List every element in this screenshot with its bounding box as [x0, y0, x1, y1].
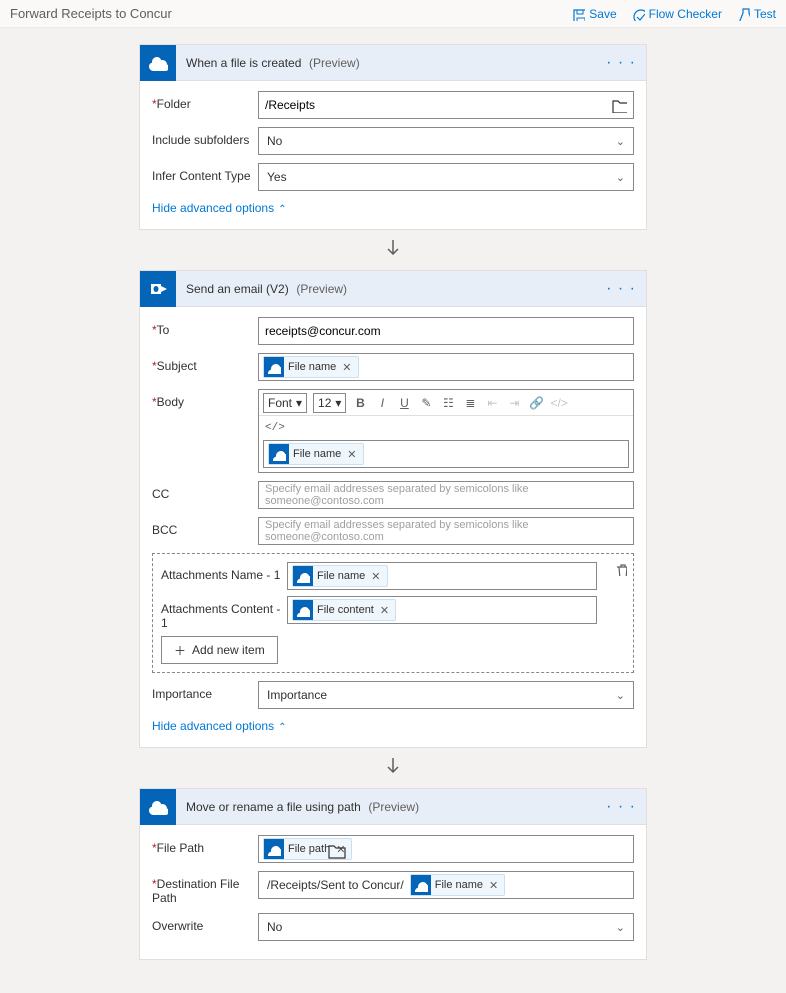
delete-attachment-icon[interactable] — [613, 562, 627, 576]
hide-advanced-link[interactable]: Hide advanced options⌃ — [152, 199, 634, 219]
action-card-send-email: Send an email (V2) (Preview) · · · *To *… — [139, 270, 647, 748]
chevron-up-icon: ⌃ — [278, 204, 286, 215]
card-menu-button[interactable]: · · · — [606, 280, 636, 298]
onedrive-icon — [293, 600, 313, 620]
remove-token-icon[interactable]: ✕ — [345, 448, 358, 461]
connector-arrow — [383, 756, 403, 780]
card-menu-button[interactable]: · · · — [606, 798, 636, 816]
italic-button[interactable]: I — [374, 396, 390, 410]
infer-content-type-select[interactable]: Yes ⌄ — [258, 163, 634, 191]
remove-token-icon[interactable]: ✕ — [369, 570, 382, 583]
color-button[interactable]: ✎ — [418, 396, 434, 410]
onedrive-icon — [293, 566, 313, 586]
remove-token-icon[interactable]: ✕ — [378, 604, 391, 617]
folder-field[interactable] — [265, 98, 611, 112]
test-button[interactable]: Test — [736, 7, 776, 21]
importance-select[interactable]: Importance ⌄ — [258, 681, 634, 709]
body-editor[interactable]: Font▾ 12▾ B I U ✎ ☷ ≣ ⇤ ⇥ 🔗 </> </> File… — [258, 389, 634, 473]
card-header[interactable]: Send an email (V2) (Preview) · · · — [140, 271, 646, 307]
bold-button[interactable]: B — [352, 396, 368, 410]
rte-toolbar: Font▾ 12▾ B I U ✎ ☷ ≣ ⇤ ⇥ 🔗 </> — [259, 390, 633, 416]
connector-arrow — [383, 238, 403, 262]
top-bar: Forward Receipts to Concur Save Flow Che… — [0, 0, 786, 28]
cc-input[interactable]: Specify email addresses separated by sem… — [258, 481, 634, 509]
folder-picker-icon[interactable] — [327, 842, 627, 992]
action-card-move-file: Move or rename a file using path (Previe… — [139, 788, 647, 960]
onedrive-icon — [140, 45, 176, 81]
onedrive-icon — [264, 839, 284, 859]
outlook-icon — [140, 271, 176, 307]
card-header[interactable]: When a file is created (Preview) · · · — [140, 45, 646, 81]
underline-button[interactable]: U — [396, 396, 412, 410]
dynamic-token-filename[interactable]: File name ✕ — [292, 565, 388, 587]
font-size-select[interactable]: 12▾ — [313, 393, 346, 413]
flow-checker-button[interactable]: Flow Checker — [631, 7, 722, 21]
folder-picker-icon[interactable] — [611, 97, 627, 113]
attachments-block: Attachments Name - 1 File name ✕ Attachm… — [152, 553, 634, 673]
file-path-input[interactable]: File path ✕ — [258, 835, 634, 863]
outdent-button[interactable]: ⇤ — [484, 396, 500, 410]
chevron-down-icon: ⌄ — [616, 171, 625, 184]
html-tag-indicator: </> — [263, 420, 629, 440]
hide-advanced-link[interactable]: Hide advanced options⌃ — [152, 717, 634, 737]
dynamic-token-filecontent[interactable]: File content ✕ — [292, 599, 396, 621]
onedrive-icon — [269, 444, 289, 464]
number-list-button[interactable]: ≣ — [462, 396, 478, 410]
include-subfolders-select[interactable]: No ⌄ — [258, 127, 634, 155]
indent-button[interactable]: ⇥ — [506, 396, 522, 410]
chevron-down-icon: ⌄ — [616, 135, 625, 148]
card-header[interactable]: Move or rename a file using path (Previe… — [140, 789, 646, 825]
link-button[interactable]: 🔗 — [528, 396, 544, 410]
flow-title: Forward Receipts to Concur — [10, 6, 571, 21]
trigger-card-onedrive: When a file is created (Preview) · · · *… — [139, 44, 647, 230]
flask-icon — [736, 7, 750, 21]
add-new-item-button[interactable]: ＋ Add new item — [161, 636, 278, 664]
code-view-button[interactable]: </> — [550, 396, 566, 410]
bullet-list-button[interactable]: ☷ — [440, 396, 456, 410]
flow-canvas: When a file is created (Preview) · · · *… — [0, 28, 786, 980]
card-menu-button[interactable]: · · · — [606, 54, 636, 72]
onedrive-icon — [140, 789, 176, 825]
plus-icon: ＋ — [174, 642, 186, 659]
font-family-select[interactable]: Font▾ — [263, 393, 307, 413]
attachment-name-input[interactable]: File name ✕ — [287, 562, 597, 590]
check-icon — [631, 7, 645, 21]
folder-input[interactable] — [258, 91, 634, 119]
chevron-up-icon: ⌃ — [278, 722, 286, 733]
attachment-content-input[interactable]: File content ✕ — [287, 596, 597, 624]
bcc-input[interactable]: Specify email addresses separated by sem… — [258, 517, 634, 545]
onedrive-icon — [264, 357, 284, 377]
save-icon — [571, 7, 585, 21]
remove-token-icon[interactable]: ✕ — [340, 361, 353, 374]
chevron-down-icon: ⌄ — [616, 689, 625, 702]
to-input[interactable] — [258, 317, 634, 345]
dynamic-token-filename[interactable]: File name ✕ — [263, 356, 359, 378]
save-button[interactable]: Save — [571, 7, 616, 21]
dynamic-token-filename[interactable]: File name ✕ — [268, 443, 364, 465]
subject-input[interactable]: File name ✕ — [258, 353, 634, 381]
